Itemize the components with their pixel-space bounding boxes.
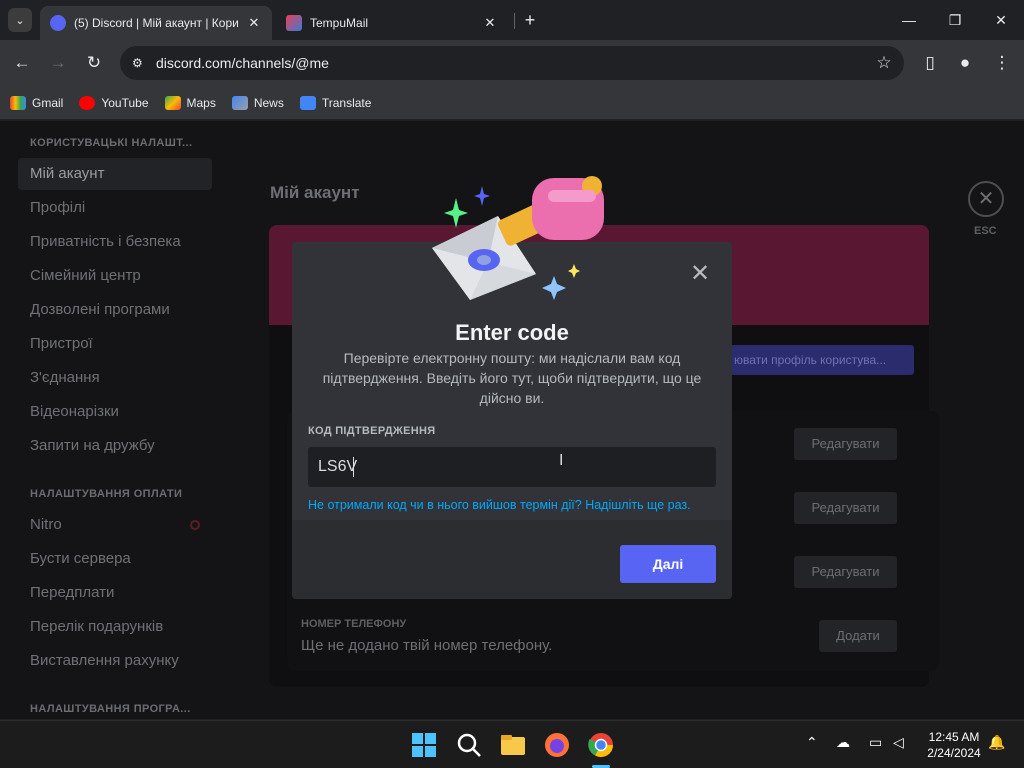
network-icon[interactable]: ▭ bbox=[869, 734, 882, 751]
sidebar-item-clips[interactable]: Відеонарізки bbox=[18, 396, 212, 428]
tab-title: (5) Discord | Мій акаунт | Кори bbox=[74, 16, 239, 30]
bookmark-maps[interactable]: Maps bbox=[164, 95, 216, 110]
sidebar-item-family-center[interactable]: Сімейний центр bbox=[18, 260, 212, 292]
bookmark-label: YouTube bbox=[101, 95, 149, 110]
sidebar-item-connections[interactable]: З'єднання bbox=[18, 362, 212, 394]
bookmark-youtube[interactable]: YouTube bbox=[79, 95, 149, 110]
text-caret bbox=[353, 457, 354, 477]
tab-discord[interactable]: (5) Discord | Мій акаунт | Кори ✕ bbox=[40, 6, 272, 40]
next-button[interactable]: Далі bbox=[620, 545, 716, 583]
edit-button[interactable]: Редагувати bbox=[794, 492, 897, 524]
search-icon[interactable] bbox=[455, 731, 483, 759]
bookmark-gmail[interactable]: Gmail bbox=[10, 95, 64, 110]
new-tab-button[interactable]: + bbox=[519, 9, 541, 31]
tab-tempumail[interactable]: TempuMail ✕ bbox=[276, 6, 508, 40]
windows-taskbar: ⌃ ☁ ▭ ◁ 12:45 AM 2/24/2024 🔔 bbox=[0, 720, 1024, 768]
tab-search-button[interactable]: ⌄ bbox=[8, 8, 32, 32]
verification-code-input[interactable] bbox=[308, 447, 716, 487]
onedrive-cloud-icon[interactable]: ☁ bbox=[836, 734, 850, 751]
translate-icon bbox=[299, 95, 316, 110]
sidebar-item-server-boost[interactable]: Бусти сервера bbox=[18, 543, 212, 575]
edit-button[interactable]: Редагувати bbox=[794, 428, 897, 460]
bookmark-label: Gmail bbox=[32, 95, 64, 110]
maps-icon bbox=[164, 95, 181, 110]
sidebar-item-label: Nitro bbox=[30, 516, 62, 533]
back-arrow-icon[interactable]: ← bbox=[9, 50, 35, 76]
clock-date: 2/24/2024 bbox=[927, 746, 981, 760]
windows-start-icon[interactable] bbox=[410, 731, 438, 759]
close-icon[interactable]: ✕ bbox=[687, 261, 713, 287]
close-tab-icon[interactable]: ✕ bbox=[482, 15, 498, 31]
browser-toolbar: ← → ↻ ⚙ discord.com/channels/@me ☆ ▯ ● ⋮ bbox=[0, 40, 1024, 86]
close-settings-icon[interactable]: ✕ bbox=[968, 181, 1004, 217]
bookmark-label: Maps bbox=[186, 95, 216, 110]
news-icon bbox=[231, 95, 248, 110]
forward-arrow-icon[interactable]: → bbox=[45, 50, 71, 76]
firefox-icon[interactable] bbox=[543, 731, 571, 759]
minimize-button[interactable]: — bbox=[886, 0, 932, 40]
edit-button[interactable]: Редагувати bbox=[794, 556, 897, 588]
side-panel-icon[interactable]: ▯ bbox=[917, 50, 943, 76]
tempumail-favicon-icon bbox=[286, 15, 302, 31]
bookmark-star-icon[interactable]: ☆ bbox=[864, 53, 904, 73]
page-title: Мій акаунт bbox=[270, 183, 360, 202]
esc-label: ESC bbox=[974, 225, 997, 237]
bookmark-label: News bbox=[253, 95, 284, 110]
close-tab-icon[interactable]: ✕ bbox=[246, 15, 262, 31]
gmail-icon bbox=[10, 95, 26, 110]
show-hidden-icons-icon[interactable]: ⌃ bbox=[806, 734, 818, 751]
modal-title: Enter code bbox=[455, 320, 569, 345]
bookmarks-bar: Gmail YouTube Maps News Translate bbox=[0, 86, 1024, 120]
reload-icon[interactable]: ↻ bbox=[81, 50, 107, 76]
hand-icon bbox=[498, 176, 604, 246]
youtube-icon bbox=[79, 95, 96, 110]
edit-user-profile-button[interactable]: ювати профіль користува... bbox=[702, 345, 914, 375]
bookmark-translate[interactable]: Translate bbox=[299, 95, 372, 110]
file-explorer-icon[interactable] bbox=[499, 731, 527, 759]
phone-label: НОМЕР ТЕЛЕФОНУ bbox=[301, 618, 407, 630]
text-cursor-icon: I bbox=[559, 452, 564, 469]
profile-icon[interactable]: ● bbox=[952, 50, 978, 76]
resend-code-link[interactable]: Не отримали код чи в нього вийшов термін… bbox=[308, 498, 691, 512]
volume-muted-icon[interactable]: ◁ bbox=[893, 734, 904, 751]
site-info-icon[interactable]: ⚙ bbox=[132, 56, 156, 70]
settings-sidebar: КОРИСТУВАЦЬКІ НАЛАШТ... Мій акаунт Профі… bbox=[0, 121, 222, 719]
tab-title: TempuMail bbox=[310, 16, 369, 30]
sidebar-item-privacy[interactable]: Приватність і безпека bbox=[18, 226, 212, 258]
sidebar-item-friend-requests[interactable]: Запити на дружбу bbox=[18, 430, 212, 462]
sidebar-item-authorized-apps[interactable]: Дозволені програми bbox=[18, 294, 212, 326]
sidebar-item-billing[interactable]: Виставлення рахунку bbox=[18, 645, 212, 677]
phone-value: Ще не додано твій номер телефону. bbox=[301, 637, 553, 654]
browser-tab-bar: ⌄ (5) Discord | Мій акаунт | Кори ✕ Temp… bbox=[0, 0, 1024, 40]
sidebar-section-billing: НАЛАШТУВАННЯ ОПЛАТИ bbox=[30, 488, 183, 500]
taskbar-clock[interactable]: 12:45 AM 2/24/2024 bbox=[918, 729, 990, 761]
restore-button[interactable]: ❐ bbox=[932, 0, 978, 40]
chrome-icon[interactable] bbox=[587, 731, 615, 759]
code-field-label: КОД ПІДТВЕРДЖЕННЯ bbox=[308, 425, 436, 437]
envelope-hand-illustration-icon bbox=[432, 176, 604, 300]
nitro-badge-icon bbox=[190, 520, 200, 530]
sidebar-item-nitro[interactable]: Nitro bbox=[18, 509, 212, 541]
sidebar-item-profiles[interactable]: Профілі bbox=[18, 192, 212, 224]
notification-bell-icon[interactable]: 🔔 bbox=[988, 734, 1005, 751]
bookmark-label: Translate bbox=[321, 95, 372, 110]
add-phone-button[interactable]: Додати bbox=[819, 620, 897, 652]
discord-favicon-icon bbox=[50, 15, 66, 31]
sidebar-item-subscriptions[interactable]: Передплати bbox=[18, 577, 212, 609]
url-text: discord.com/channels/@me bbox=[156, 55, 329, 71]
sidebar-item-devices[interactable]: Пристрої bbox=[18, 328, 212, 360]
modal-description: Перевірте електронну пошту: ми надіслали… bbox=[322, 350, 702, 406]
sidebar-item-gift-inventory[interactable]: Перелік подарунків bbox=[18, 611, 212, 643]
clock-time: 12:45 AM bbox=[928, 730, 980, 744]
menu-kebab-icon[interactable]: ⋮ bbox=[989, 50, 1015, 76]
tab-divider bbox=[514, 13, 515, 29]
sidebar-item-my-account[interactable]: Мій акаунт bbox=[18, 158, 212, 190]
sidebar-section-user-settings: КОРИСТУВАЦЬКІ НАЛАШТ... bbox=[30, 137, 193, 149]
sidebar-section-app-settings: НАЛАШТУВАННЯ ПРОГРА... bbox=[30, 703, 191, 715]
bookmark-news[interactable]: News bbox=[231, 95, 284, 110]
close-window-button[interactable]: ✕ bbox=[978, 0, 1024, 40]
address-bar[interactable]: ⚙ discord.com/channels/@me ☆ bbox=[120, 46, 904, 80]
